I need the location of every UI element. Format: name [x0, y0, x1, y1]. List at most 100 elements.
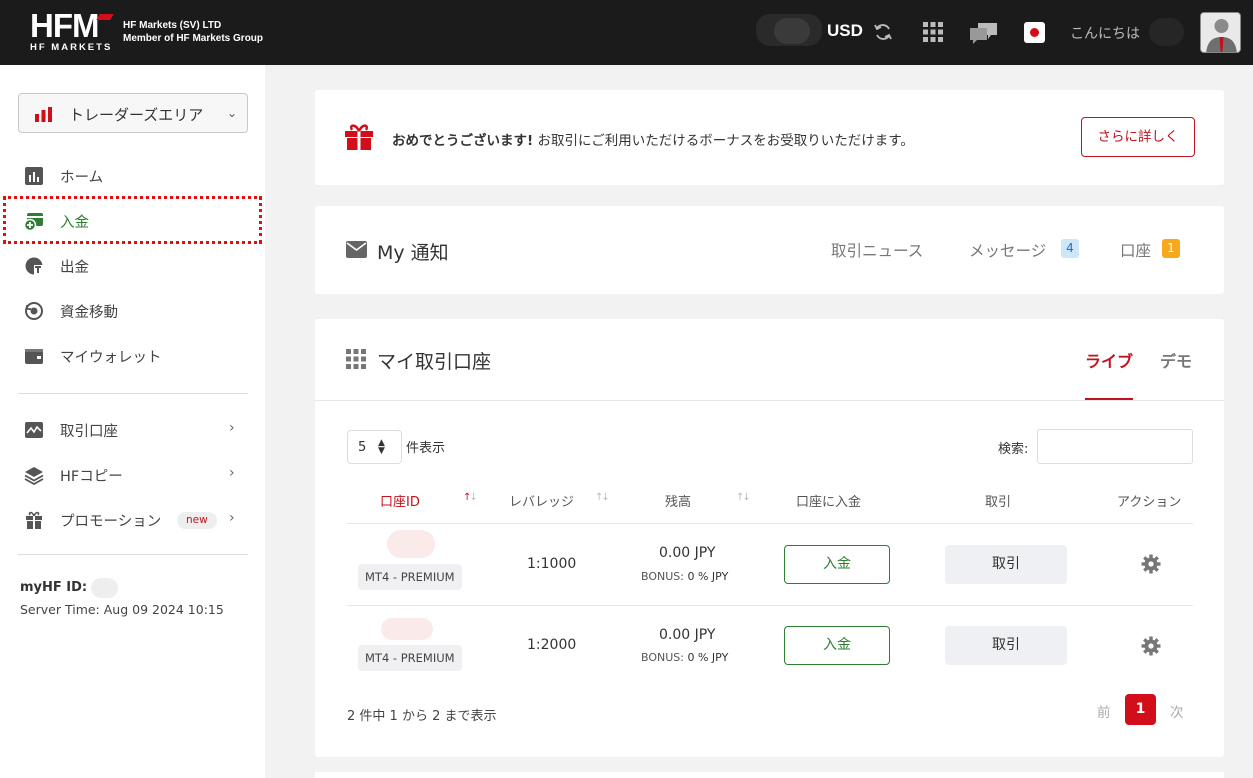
bonus-value: 0 % JPY [687, 651, 729, 664]
account-type-badge: MT4 - PREMIUM [358, 564, 462, 590]
gear-icon[interactable] [1141, 554, 1161, 574]
deposit-button[interactable]: 入金 [784, 545, 890, 584]
withdraw-icon [25, 257, 43, 275]
page-length-label: 件表示 [406, 441, 446, 456]
sidebar: トレーダーズエリア ⌄ ホーム 入金 出金 資金移動 マイウォレット 取引口座 … [0, 65, 265, 778]
page-length-select[interactable]: 5 ▲ ▼ [347, 430, 402, 464]
sidebar-item-promotions[interactable]: プロモーション new › [0, 500, 265, 540]
messages-count-badge: 4 [1061, 239, 1079, 258]
myhf-id-label: myHF ID: [20, 580, 88, 595]
column-header-deposit: 口座に入金 [796, 495, 862, 510]
sidebar-item-trading-accounts[interactable]: 取引口座 › [0, 410, 265, 450]
sidebar-item-label: マイウォレット [60, 350, 162, 366]
search-label: 検索: [998, 442, 1029, 457]
sidebar-divider [18, 393, 248, 394]
greeting-text: こんにちは [1070, 26, 1140, 42]
company-name: HF Markets (SV) LTD [123, 20, 222, 31]
sidebar-item-label: 資金移動 [60, 305, 118, 321]
pagination-prev[interactable]: 前 [1097, 701, 1111, 721]
sidebar-item-label: 出金 [60, 260, 89, 276]
refresh-icon[interactable] [873, 22, 893, 42]
hfm-logo[interactable]: HFM HF MARKETS [30, 7, 114, 53]
username-blur [1149, 18, 1184, 46]
account-id-blur [387, 530, 435, 558]
column-header-action: アクション [1117, 495, 1182, 510]
tab-trading-news[interactable]: 取引ニュース [831, 239, 923, 261]
bar-chart-icon [35, 107, 52, 122]
sidebar-item-transfer[interactable]: 資金移動 [0, 291, 265, 331]
sidebar-item-label: ホーム [60, 170, 104, 186]
grid-icon [346, 349, 366, 369]
sidebar-item-hf-copy[interactable]: HFコピー › [0, 455, 265, 495]
page-length-value: 5 [358, 440, 367, 455]
transfer-icon [25, 302, 43, 320]
tab-live[interactable]: ライブ [1085, 348, 1133, 372]
bonus-info: BONUS: 0 % JPY [641, 651, 728, 664]
wallet-icon [25, 349, 43, 364]
chevron-right-icon: › [229, 420, 235, 436]
logo-accent [96, 14, 114, 20]
currency-label[interactable]: USD [827, 21, 863, 41]
company-group: Member of HF Markets Group [123, 33, 264, 44]
promo-message: おめでとうございます! お取引にご利用いただけるボーナスをお受取りいただけます。 [392, 129, 914, 149]
chart-icon [25, 167, 43, 185]
gear-icon[interactable] [1141, 636, 1161, 656]
column-header-leverage[interactable]: レバレッジ [509, 491, 574, 510]
gift-icon [345, 124, 373, 150]
sort-icon[interactable]: ↑↓ [595, 492, 610, 503]
next-card-edge [315, 772, 1224, 778]
updown-icon: ▲ ▼ [378, 438, 385, 456]
area-selector[interactable]: トレーダーズエリア ⌄ [18, 93, 248, 133]
header-divider [315, 400, 1224, 401]
bonus-info: BONUS: 0 % JPY [641, 570, 728, 583]
deposit-button[interactable]: 入金 [784, 626, 890, 665]
tab-demo[interactable]: デモ [1160, 348, 1192, 372]
accounts-title: マイ取引口座 [377, 351, 492, 373]
balance-blur-inner [774, 18, 810, 44]
sidebar-item-wallet[interactable]: マイウォレット [0, 336, 265, 376]
logo-subtitle: HF MARKETS [30, 42, 113, 53]
account-type-badge: MT4 - PREMIUM [358, 645, 462, 671]
sidebar-divider [18, 554, 248, 555]
chevron-down-icon: ⌄ [226, 106, 237, 120]
column-header-account-id[interactable]: 口座ID [380, 491, 420, 510]
notifications-title: My 通知 [377, 242, 449, 264]
apps-grid-icon[interactable] [922, 21, 944, 43]
pagination-current-page[interactable]: 1 [1125, 694, 1156, 725]
tab-accounts[interactable]: 口座 [1120, 239, 1151, 261]
mail-icon [346, 241, 367, 258]
account-id-blur [381, 618, 433, 640]
learn-more-button[interactable]: さらに詳しく [1081, 117, 1195, 157]
myhf-id-blur [91, 578, 118, 598]
column-header-balance[interactable]: 残高 [665, 491, 691, 510]
column-header-trade: 取引 [985, 495, 1012, 510]
new-badge: new [177, 512, 217, 529]
leverage-value: 1:2000 [527, 637, 577, 653]
deposit-highlight-box [3, 196, 262, 244]
trade-button[interactable]: 取引 [945, 545, 1067, 584]
logo-wordmark: HFM [30, 7, 99, 44]
row-divider [347, 605, 1193, 606]
trade-button[interactable]: 取引 [945, 626, 1067, 665]
chevron-right-icon: › [229, 465, 235, 481]
layers-icon [24, 467, 44, 485]
avatar-person-icon [1201, 13, 1240, 52]
bonus-label: BONUS: [641, 570, 684, 583]
sidebar-item-label: 取引口座 [60, 424, 118, 440]
pagination-next[interactable]: 次 [1170, 701, 1184, 721]
notifications-card: My 通知 取引ニュース メッセージ 4 口座 1 [315, 206, 1224, 294]
sidebar-item-label: HFコピー [60, 469, 123, 485]
sort-icon[interactable]: ↑↓ [463, 492, 478, 503]
trading-accounts-icon [25, 422, 43, 438]
balance-value: 0.00 JPY [659, 627, 716, 643]
japan-flag-icon[interactable] [1024, 22, 1045, 43]
search-input[interactable] [1037, 429, 1193, 464]
sidebar-item-withdraw[interactable]: 出金 [0, 246, 265, 286]
tab-messages[interactable]: メッセージ [969, 239, 1046, 261]
leverage-value: 1:1000 [527, 556, 577, 572]
sort-icon[interactable]: ↑↓ [736, 492, 751, 503]
sidebar-item-home[interactable]: ホーム [0, 156, 265, 196]
user-avatar[interactable] [1200, 12, 1241, 53]
chat-icon[interactable] [969, 21, 999, 45]
table-summary: 2 件中 1 から 2 まで表示 [347, 709, 497, 724]
